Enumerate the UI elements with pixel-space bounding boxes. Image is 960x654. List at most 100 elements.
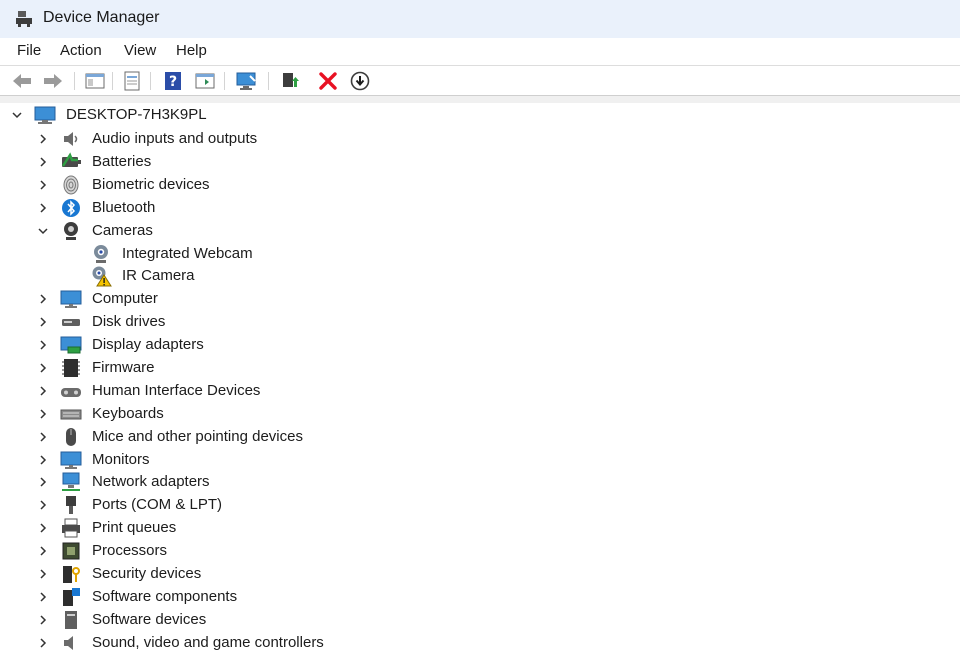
tree-category[interactable]: Computer — [0, 288, 960, 310]
tree-category[interactable]: Bluetooth — [0, 197, 960, 219]
chevron-right-icon[interactable] — [38, 477, 48, 487]
svg-text:?: ? — [169, 74, 177, 90]
tree-category[interactable]: Security devices — [0, 563, 960, 585]
title-bar: Device Manager — [0, 0, 960, 38]
tree-item-label: Security devices — [92, 565, 202, 582]
computer-icon — [34, 106, 56, 124]
tree-item-label: Processors — [92, 542, 168, 559]
tree-item-label: Computer — [92, 290, 158, 307]
menu-action[interactable]: Action — [60, 42, 102, 59]
battery-icon — [61, 152, 81, 167]
action-pane-icon — [195, 73, 215, 89]
software-component-icon — [63, 588, 80, 606]
tree-category[interactable]: Cameras — [0, 220, 960, 242]
bluetooth-icon — [62, 199, 80, 217]
software-device-icon — [65, 611, 77, 629]
tree-item-label: Display adapters — [92, 336, 204, 353]
update-driver-button[interactable] — [279, 70, 301, 92]
tree-category[interactable]: Mice and other pointing devices — [0, 426, 960, 448]
webcam-warning-icon — [92, 266, 112, 287]
chevron-right-icon[interactable] — [38, 455, 48, 465]
tree-item-label: Sound, video and game controllers — [92, 634, 324, 651]
device-manager-icon — [16, 11, 32, 27]
action-pane-button[interactable] — [194, 70, 216, 92]
tree-category[interactable]: Processors — [0, 540, 960, 562]
properties-icon — [124, 71, 140, 91]
tree-category[interactable]: Print queues — [0, 517, 960, 539]
tree-category[interactable]: Sound, video and game controllers — [0, 632, 960, 654]
speaker-icon — [64, 132, 78, 146]
tree-root-label: DESKTOP-7H3K9PL — [66, 106, 207, 123]
tree-category[interactable]: Software devices — [0, 609, 960, 631]
tree-category[interactable]: Monitors — [0, 449, 960, 471]
tree-category[interactable]: Disk drives — [0, 311, 960, 333]
chevron-right-icon[interactable] — [38, 592, 48, 602]
show-hide-console-tree-icon — [85, 73, 105, 89]
tree-category[interactable]: Keyboards — [0, 403, 960, 425]
chevron-right-icon[interactable] — [38, 546, 48, 556]
network-adapter-icon — [62, 472, 80, 491]
tree-category[interactable]: Biometric devices — [0, 174, 960, 196]
help-button[interactable]: ? — [162, 70, 184, 92]
chevron-right-icon[interactable] — [38, 157, 48, 167]
tree-category[interactable]: Display adapters — [0, 334, 960, 356]
chevron-right-icon[interactable] — [38, 432, 48, 442]
webcam-icon — [94, 245, 108, 263]
tree-device[interactable]: Integrated Webcam — [0, 243, 960, 265]
monitor-icon — [60, 290, 82, 308]
toolbar-separator — [112, 72, 113, 90]
back-arrow-icon — [13, 74, 31, 88]
chevron-right-icon[interactable] — [38, 340, 48, 350]
chevron-right-icon[interactable] — [38, 294, 48, 304]
chevron-down-icon[interactable] — [38, 226, 48, 236]
uninstall-device-button[interactable] — [317, 70, 339, 92]
security-device-icon — [63, 566, 80, 583]
scan-hardware-button[interactable] — [236, 70, 258, 92]
back-button[interactable] — [11, 70, 33, 92]
printer-icon — [62, 518, 80, 538]
tree-item-label: Keyboards — [92, 405, 164, 422]
console-tree-button[interactable] — [84, 70, 106, 92]
scan-hardware-icon — [236, 72, 256, 90]
menu-help[interactable]: Help — [176, 42, 207, 59]
chevron-down-icon[interactable] — [12, 110, 22, 120]
menu-file[interactable]: File — [17, 42, 41, 59]
chevron-right-icon[interactable] — [38, 180, 48, 190]
disable-device-button[interactable] — [349, 70, 371, 92]
chevron-right-icon[interactable] — [38, 317, 48, 327]
chevron-right-icon[interactable] — [38, 523, 48, 533]
tree-category[interactable]: Batteries — [0, 151, 960, 173]
chevron-right-icon[interactable] — [38, 386, 48, 396]
tree-category[interactable]: Audio inputs and outputs — [0, 128, 960, 150]
camera-icon — [64, 222, 78, 240]
tree-category[interactable]: Network adapters — [0, 471, 960, 493]
chevron-right-icon[interactable] — [38, 134, 48, 144]
tree-item-label: Disk drives — [92, 313, 166, 330]
tree-root[interactable]: DESKTOP-7H3K9PL — [0, 104, 960, 126]
chevron-right-icon[interactable] — [38, 569, 48, 579]
disable-device-icon — [350, 71, 370, 91]
chevron-right-icon[interactable] — [38, 615, 48, 625]
toolbar-separator — [74, 72, 75, 90]
chevron-right-icon[interactable] — [38, 409, 48, 419]
tree-item-label: Human Interface Devices — [92, 382, 261, 399]
chevron-right-icon[interactable] — [38, 203, 48, 213]
tree-item-label: Bluetooth — [92, 199, 156, 216]
tree-item-label: Ports (COM & LPT) — [92, 496, 223, 513]
toolbar-separator — [150, 72, 151, 90]
tree-device[interactable]: IR Camera — [0, 265, 960, 287]
chevron-right-icon[interactable] — [38, 363, 48, 373]
chevron-right-icon[interactable] — [38, 500, 48, 510]
sound-controller-icon — [64, 636, 73, 650]
forward-button[interactable] — [42, 70, 64, 92]
properties-button[interactable] — [121, 70, 143, 92]
tree-category[interactable]: Firmware — [0, 357, 960, 379]
tree-category[interactable]: Software components — [0, 586, 960, 608]
toolbar-separator — [224, 72, 225, 90]
menu-view[interactable]: View — [124, 42, 156, 59]
tree-category[interactable]: Ports (COM & LPT) — [0, 494, 960, 516]
hid-icon — [61, 388, 81, 397]
tree-item-label: Software devices — [92, 611, 207, 628]
tree-category[interactable]: Human Interface Devices — [0, 380, 960, 402]
toolbar-separator — [268, 72, 269, 90]
